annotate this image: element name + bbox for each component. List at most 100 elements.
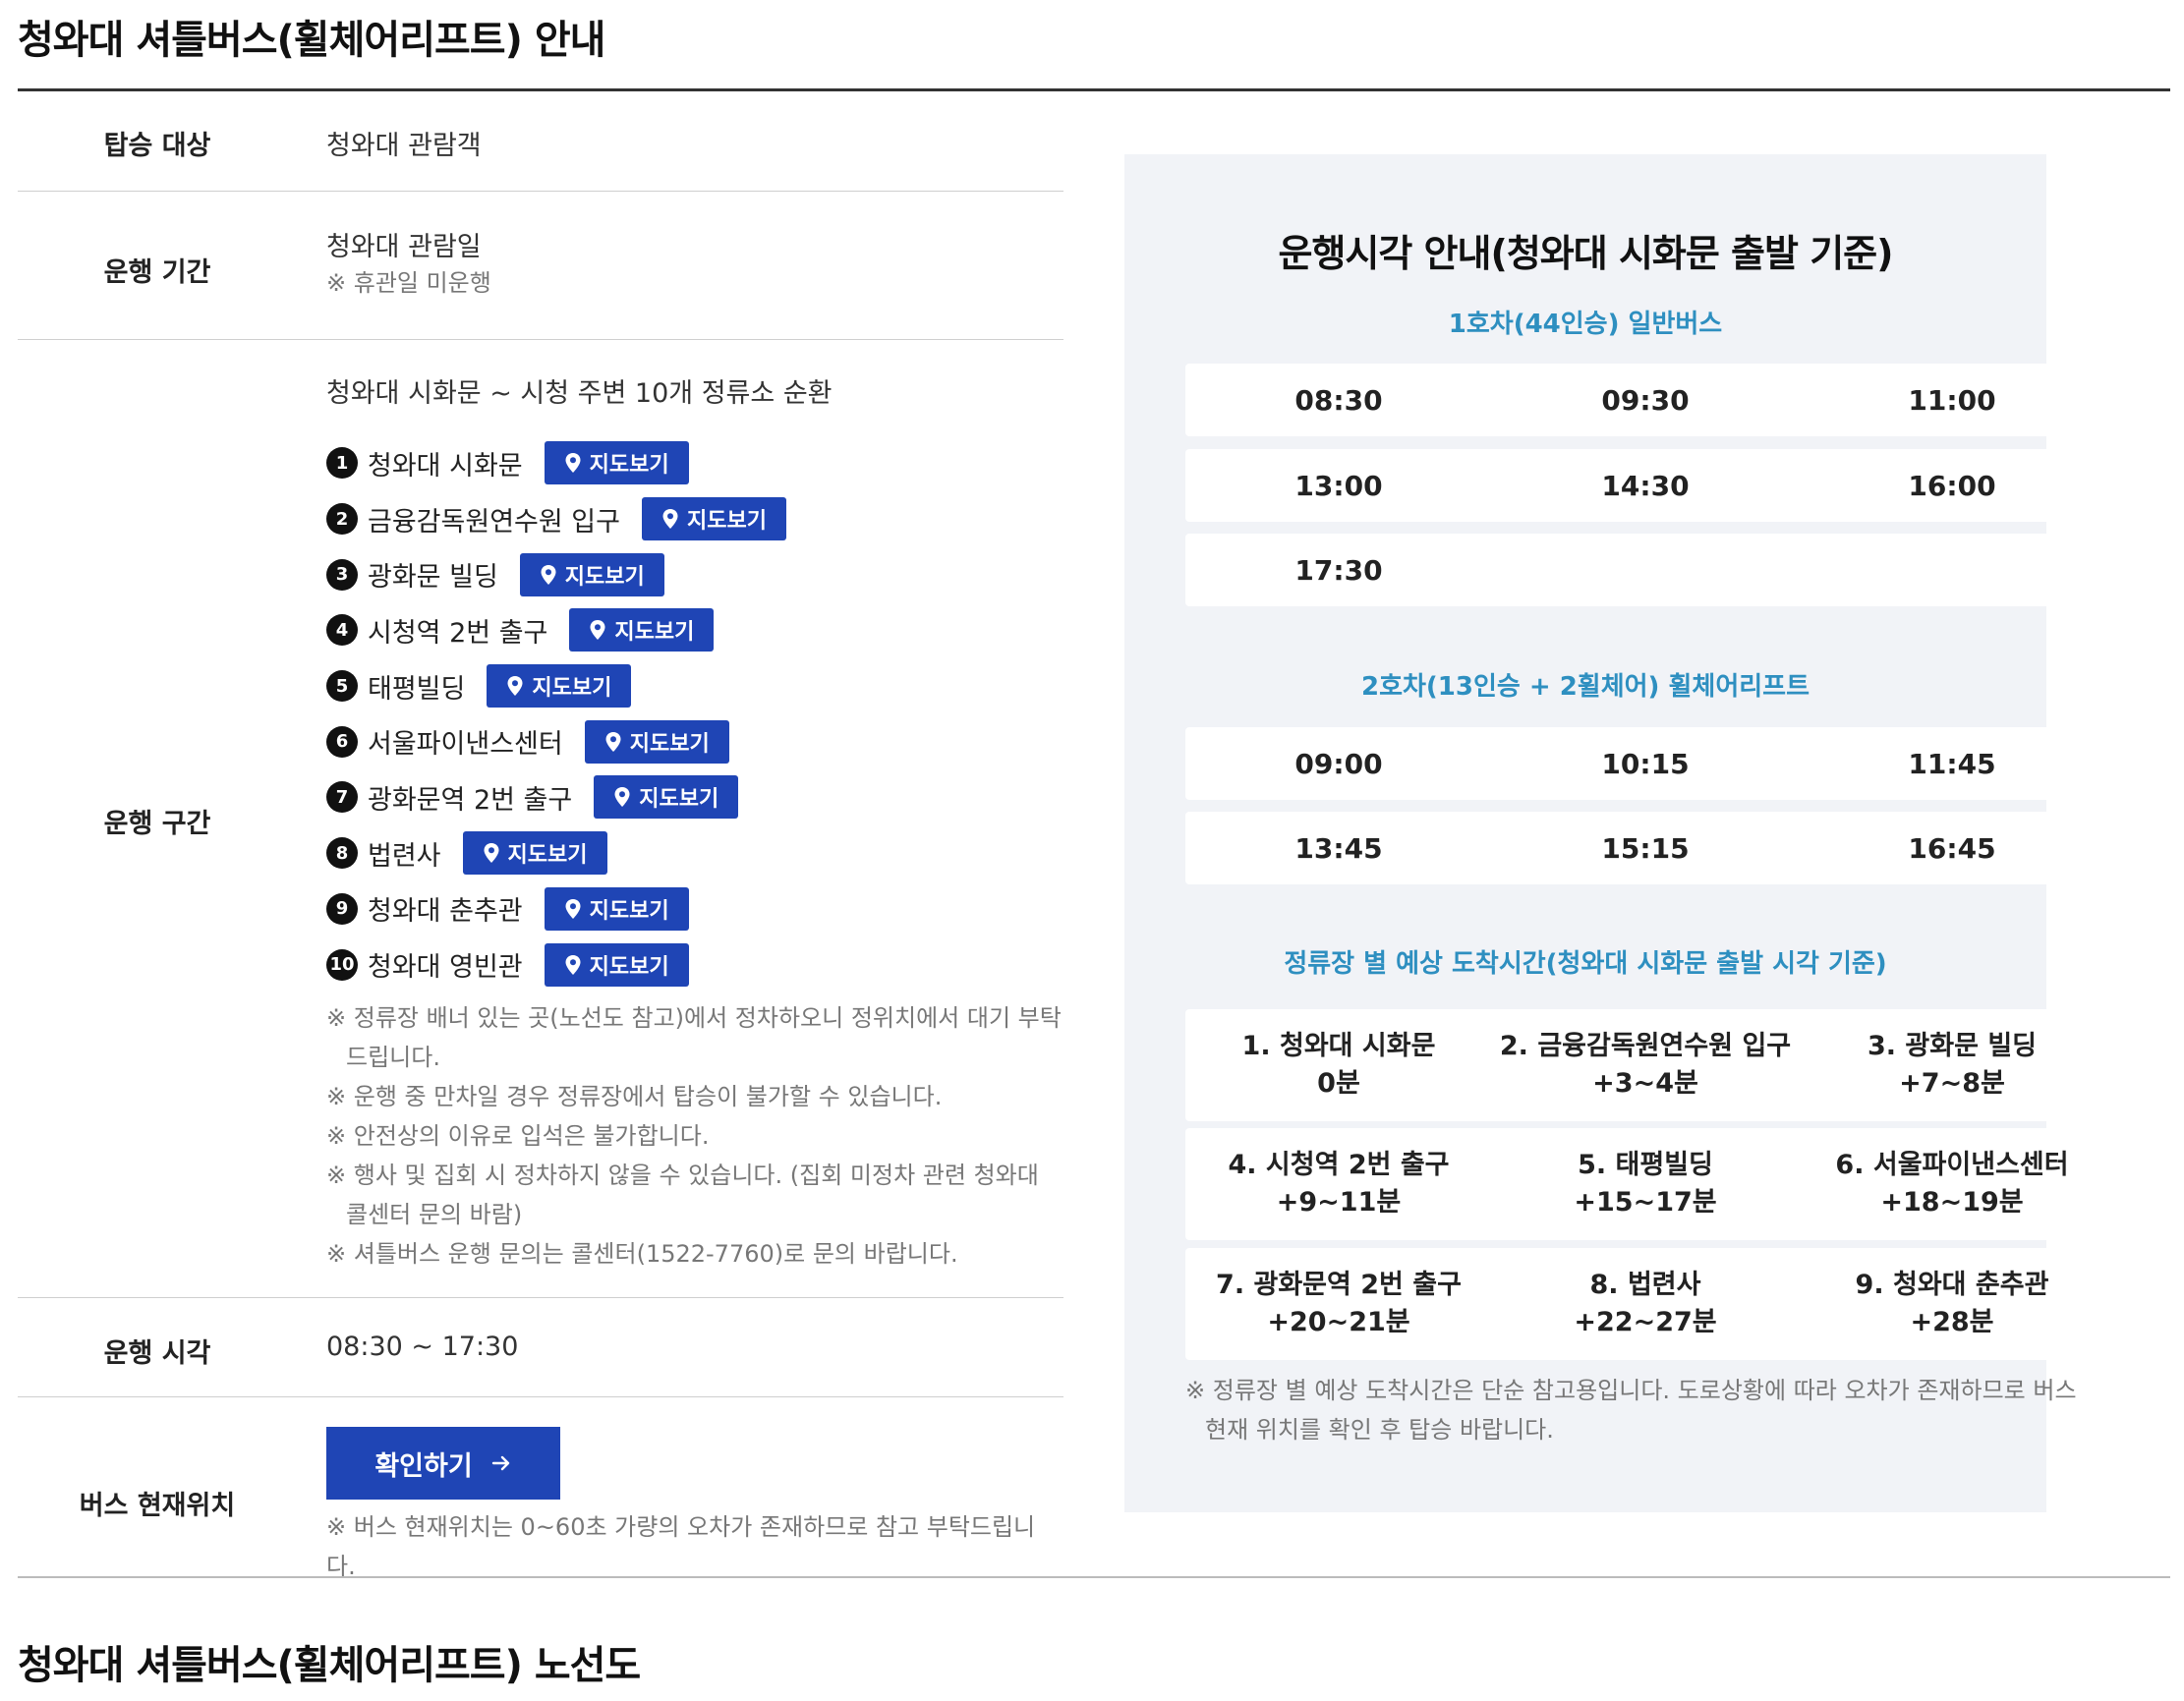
map-pin-icon bbox=[541, 564, 556, 585]
route-note: ※ 정류장 배너 있는 곳(노선도 참고)에서 정차하오니 정위치에서 대기 부… bbox=[326, 1003, 1062, 1071]
row-label: 운행 시각 bbox=[103, 1338, 211, 1369]
arrival-label: 정류장 별 예상 도착시간(청와대 시화문 출발 시각 기준) bbox=[1284, 949, 1887, 979]
target-value: 청와대 관람객 bbox=[326, 131, 482, 161]
bus1-label: 1호차(44인승) 일반버스 bbox=[1448, 310, 1723, 339]
route-note: ※ 셔틀버스 운행 문의는 콜센터(1522-7760)로 문의 바랍니다. bbox=[326, 1239, 958, 1268]
map-view-button[interactable]: 지도보기 bbox=[594, 775, 739, 820]
map-view-button[interactable]: 지도보기 bbox=[544, 441, 689, 485]
departure-time: 09:30 bbox=[1601, 383, 1690, 417]
map-view-label: 지도보기 bbox=[589, 898, 669, 924]
map-view-label: 지도보기 bbox=[589, 453, 669, 479]
info-table: 탑승 대상 청와대 관람객 운행 기간 청와대 관람일 ※ 휴관일 미운행 운행… bbox=[18, 90, 1063, 1580]
departure-time: 11:00 bbox=[1908, 383, 1996, 417]
departure-time: 16:45 bbox=[1908, 831, 1996, 865]
arrival-cell: 3. 광화문 빌딩 +7~8분 bbox=[1799, 1009, 2105, 1121]
stop-item: 9 청와대 춘추관 지도보기 bbox=[326, 881, 1063, 937]
map-pin-icon bbox=[565, 898, 581, 919]
map-view-button[interactable]: 지도보기 bbox=[544, 886, 689, 931]
page-title: 청와대 셔틀버스(휠체어리프트) 안내 bbox=[18, 18, 605, 63]
map-view-button[interactable]: 지도보기 bbox=[462, 831, 607, 876]
stop-name: 광화문 빌딩 bbox=[368, 562, 498, 594]
section-divider bbox=[18, 1576, 2170, 1578]
period-note: ※ 휴관일 미운행 bbox=[326, 269, 491, 297]
period-value: 청와대 관람일 bbox=[326, 232, 482, 262]
stop-number-icon: 6 bbox=[326, 725, 358, 758]
map-view-label: 지도보기 bbox=[639, 787, 719, 813]
departure-time: 13:00 bbox=[1294, 469, 1383, 502]
route-body: 청와대 시화문 ~ 시청 주변 10개 정류소 순환 1 청와대 시화문 지도보기 2… bbox=[326, 371, 1063, 1274]
row-label: 운행 구간 bbox=[103, 809, 211, 839]
arrival-row: 4. 시청역 2번 출구 +9~11분 5. 태평빌딩 +15~17분 6. 서울파이낸… bbox=[1185, 1128, 2105, 1240]
departure-time: 13:45 bbox=[1294, 831, 1383, 865]
stop-number-icon: 3 bbox=[326, 558, 358, 591]
arrival-cell: 5. 태평빌딩 +15~17분 bbox=[1492, 1128, 1799, 1240]
stop-number-icon: 7 bbox=[326, 781, 358, 814]
arrival-time: +28분 bbox=[1910, 1307, 1994, 1337]
map-pin-icon bbox=[605, 731, 621, 752]
arrival-stop: 1. 청와대 시화문 bbox=[1241, 1031, 1436, 1061]
row-label: 운행 기간 bbox=[103, 257, 211, 288]
stop-item: 8 법련사 지도보기 bbox=[326, 825, 1063, 881]
stop-number-icon: 1 bbox=[326, 447, 358, 480]
map-pin-icon bbox=[484, 843, 499, 864]
departure-time: 09:00 bbox=[1294, 747, 1383, 780]
arrival-time: +20~21분 bbox=[1267, 1307, 1410, 1337]
arrival-time: +7~8분 bbox=[1899, 1068, 2005, 1099]
timetable-row: 17:30 bbox=[1185, 534, 2105, 606]
map-view-button[interactable]: 지도보기 bbox=[519, 552, 664, 596]
map-pin-icon bbox=[590, 620, 605, 641]
check-location-button[interactable]: 확인하기 bbox=[326, 1427, 560, 1500]
arrival-time: +9~11분 bbox=[1276, 1187, 1402, 1218]
arrival-cell: 8. 법련사 +22~27분 bbox=[1492, 1248, 1799, 1360]
stop-item: 5 태평빌딩 지도보기 bbox=[326, 658, 1063, 714]
row-time: 운행 시각 08:30 ~ 17:30 bbox=[18, 1298, 1063, 1397]
map-view-label: 지도보기 bbox=[532, 676, 612, 702]
route-note: ※ 안전상의 이유로 입석은 불가합니다. bbox=[326, 1121, 710, 1150]
row-target: 탑승 대상 청와대 관람객 bbox=[18, 90, 1063, 192]
map-view-label: 지도보기 bbox=[507, 843, 588, 869]
row-bus-location: 버스 현재위치 확인하기 ※ 버스 현재위치는 0~60초 가량의 오차가 존재… bbox=[18, 1397, 1063, 1580]
arrival-time: 0분 bbox=[1317, 1068, 1360, 1099]
arrival-stop: 7. 광화문역 2번 출구 bbox=[1216, 1270, 1462, 1300]
timetable-row: 09:00 10:15 11:45 bbox=[1185, 727, 2105, 800]
stop-name: 법련사 bbox=[368, 840, 441, 872]
map-view-button[interactable]: 지도보기 bbox=[487, 664, 632, 709]
arrival-stop: 9. 청와대 춘추관 bbox=[1855, 1270, 2049, 1300]
departure-time bbox=[1799, 534, 2105, 606]
schedule-title: 운행시각 안내(청와대 시화문 출발 기준) bbox=[1278, 232, 1893, 275]
map-view-button[interactable]: 지도보기 bbox=[584, 719, 729, 764]
stop-name: 청와대 춘추관 bbox=[368, 896, 523, 928]
arrival-cell: 9. 청와대 춘추관 +28분 bbox=[1799, 1248, 2105, 1360]
departure-time: 10:15 bbox=[1601, 747, 1690, 780]
stop-number-icon: 5 bbox=[326, 670, 358, 703]
arrival-cell: 1. 청와대 시화문 0분 bbox=[1185, 1009, 1492, 1121]
arrival-row: 7. 광화문역 2번 출구 +20~21분 8. 법련사 +22~27분 9. 청와대 … bbox=[1185, 1248, 2105, 1360]
map-view-label: 지도보기 bbox=[629, 731, 710, 757]
row-label: 버스 현재위치 bbox=[79, 1491, 236, 1521]
map-pin-icon bbox=[614, 787, 630, 808]
time-value: 08:30 ~ 17:30 bbox=[326, 1332, 519, 1362]
row-period: 운행 기간 청와대 관람일 ※ 휴관일 미운행 bbox=[18, 192, 1063, 340]
timetable-row: 13:45 15:15 16:45 bbox=[1185, 812, 2105, 884]
map-view-button[interactable]: 지도보기 bbox=[544, 942, 689, 987]
stop-item: 7 광화문역 2번 출구 지도보기 bbox=[326, 769, 1063, 825]
period-body: 청와대 관람일 ※ 휴관일 미운행 bbox=[326, 225, 1063, 303]
route-notes: ※ 정류장 배너 있는 곳(노선도 참고)에서 정차하오니 정위치에서 대기 부… bbox=[326, 998, 1063, 1274]
timetable-row: 13:00 14:30 16:00 bbox=[1185, 449, 2105, 522]
map-view-button[interactable]: 지도보기 bbox=[641, 497, 786, 541]
map-view-button[interactable]: 지도보기 bbox=[569, 608, 715, 652]
arrival-cell: 2. 금융감독원연수원 입구 +3~4분 bbox=[1492, 1009, 1799, 1121]
stop-item: 3 광화문 빌딩 지도보기 bbox=[326, 546, 1063, 602]
stop-number-icon: 4 bbox=[326, 614, 358, 647]
schedule-panel: 운행시각 안내(청와대 시화문 출발 기준) 1호차(44인승) 일반버스 08… bbox=[1124, 154, 2105, 1512]
bus2-label: 2호차(13인승 + 2휠체어) 휠체어리프트 bbox=[1360, 672, 1810, 702]
stop-name: 청와대 시화문 bbox=[368, 450, 523, 482]
arrival-row: 1. 청와대 시화문 0분 2. 금융감독원연수원 입구 +3~4분 3. 광화문 빌딩… bbox=[1185, 1009, 2105, 1121]
arrival-cell: 4. 시청역 2번 출구 +9~11분 bbox=[1185, 1128, 1492, 1240]
stop-item: 1 청와대 시화문 지도보기 bbox=[326, 435, 1063, 491]
stop-name: 시청역 2번 출구 bbox=[368, 617, 548, 649]
row-label: 탑승 대상 bbox=[103, 131, 211, 161]
arrival-time: +18~19분 bbox=[1880, 1187, 2024, 1218]
arrival-cell: 6. 서울파이낸스센터 +18~19분 bbox=[1799, 1128, 2105, 1240]
stop-number-icon: 9 bbox=[326, 892, 358, 925]
